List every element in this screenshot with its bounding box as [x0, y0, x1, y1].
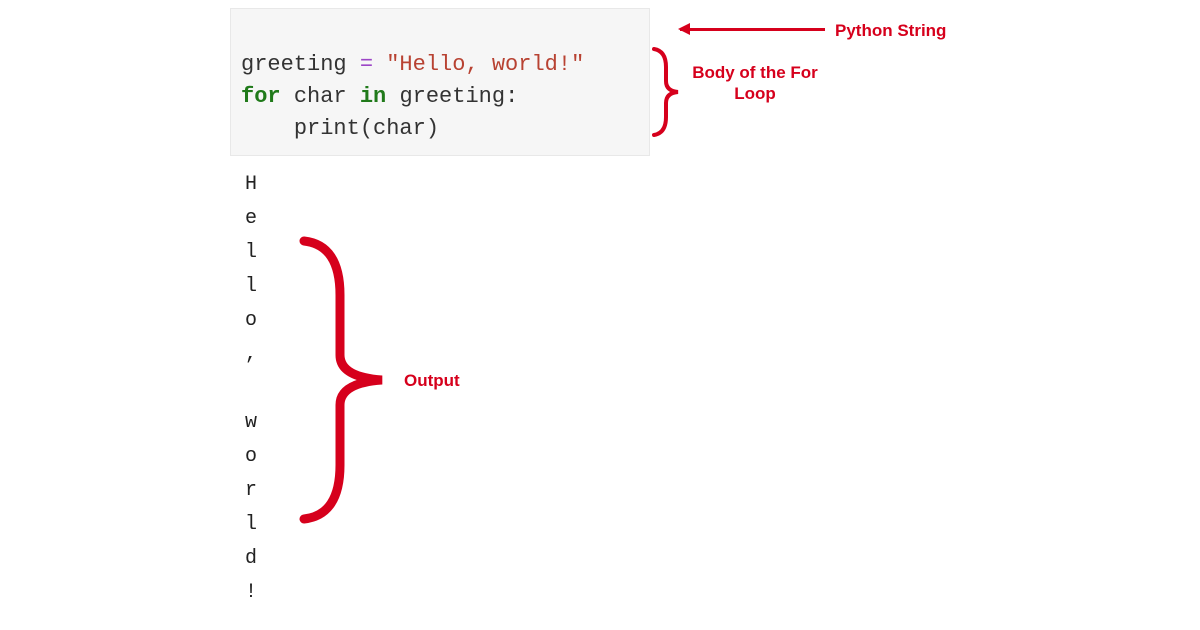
output-char: l [245, 236, 257, 270]
brace-icon [650, 47, 680, 137]
token-keyword-in: in [360, 84, 386, 109]
arrow-icon [680, 28, 825, 31]
annotation-python-string: Python String [835, 20, 946, 41]
output-char: o [245, 440, 257, 474]
code-block: greeting = "Hello, world!" for char in g… [230, 8, 650, 156]
output-block: H e l l o , w o r l d ! [245, 168, 257, 610]
annotation-output: Output [404, 370, 460, 391]
output-char: l [245, 270, 257, 304]
annotation-for-loop-body: Body of the For Loop [685, 62, 825, 105]
output-char: H [245, 168, 257, 202]
token-colon: : [505, 84, 518, 109]
indent [241, 116, 294, 141]
token-function: print [294, 116, 360, 141]
token-paren-open: ( [360, 116, 373, 141]
output-char: d [245, 542, 257, 576]
token-paren-close: ) [426, 116, 439, 141]
output-char [245, 372, 257, 406]
output-char: w [245, 406, 257, 440]
token-variable: greeting [399, 84, 505, 109]
output-char: ! [245, 576, 257, 610]
output-char: r [245, 474, 257, 508]
token-variable: greeting [241, 52, 347, 77]
token-variable: char [294, 84, 347, 109]
token-argument: char [373, 116, 426, 141]
token-assign: = [347, 52, 387, 77]
space [281, 84, 294, 109]
space [386, 84, 399, 109]
brace-icon [290, 235, 390, 525]
output-char: l [245, 508, 257, 542]
output-char: , [245, 338, 257, 372]
space [347, 84, 360, 109]
output-char: o [245, 304, 257, 338]
token-string: "Hello, world!" [386, 52, 584, 77]
output-char: e [245, 202, 257, 236]
token-keyword-for: for [241, 84, 281, 109]
